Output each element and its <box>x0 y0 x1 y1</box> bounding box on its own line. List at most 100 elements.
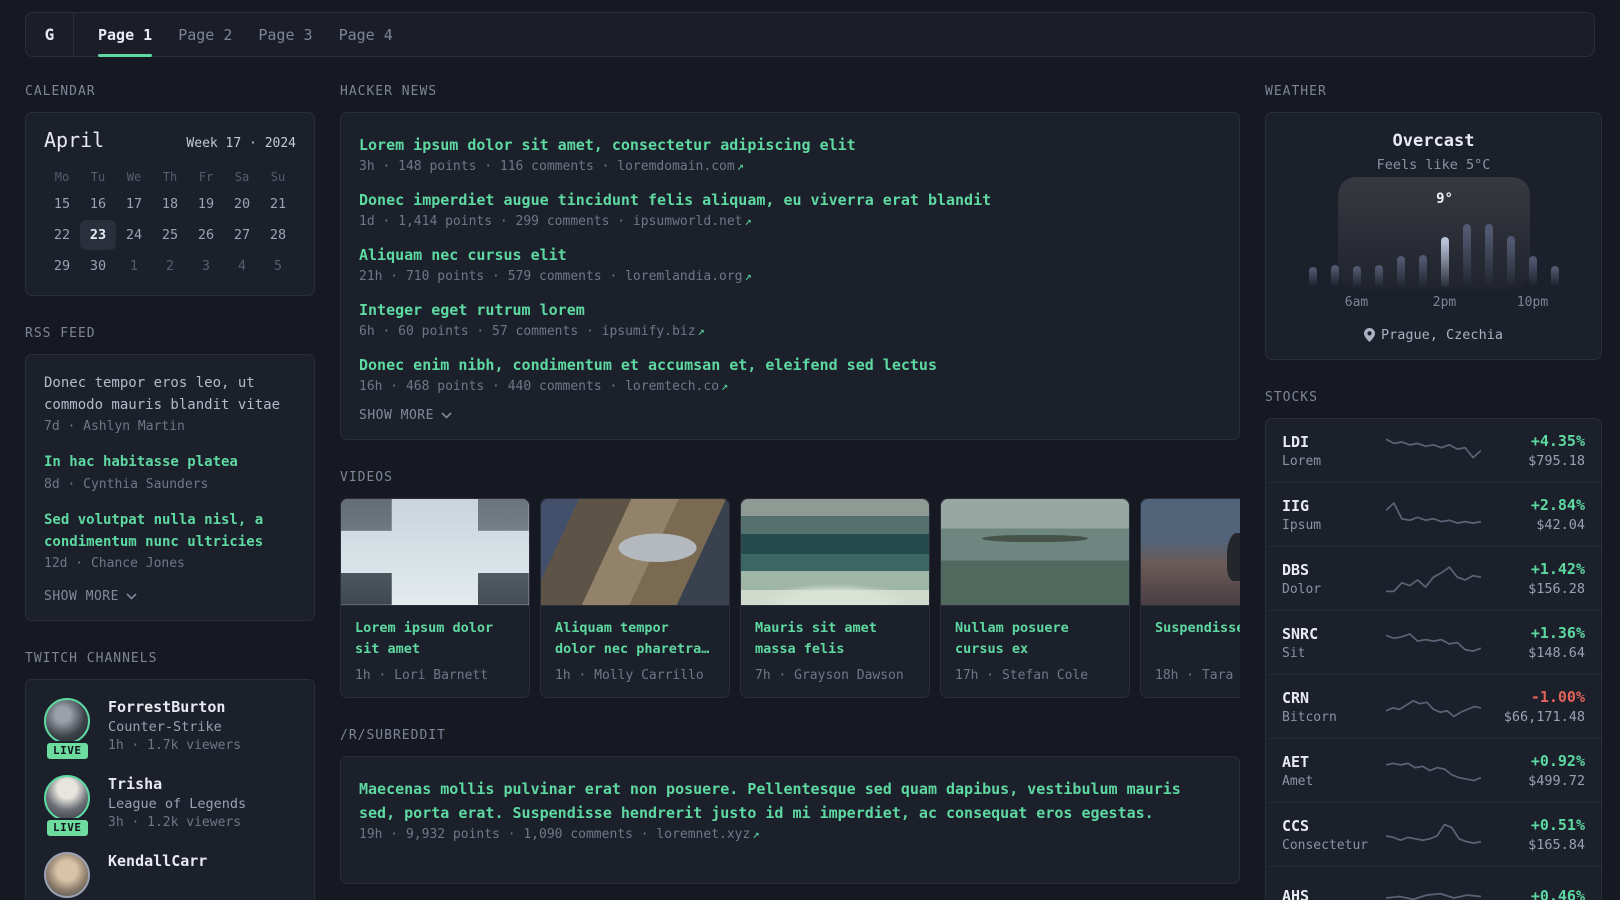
stock-name: Ipsum <box>1282 517 1322 533</box>
rss-item-meta: 7d · Ashlyn Martin <box>44 419 185 435</box>
external-link-icon[interactable]: ↗ <box>745 269 752 283</box>
live-badge: LIVE <box>45 818 90 839</box>
video-card[interactable]: Nullam posuere cursus ex 17h · Stefan Co… <box>940 498 1130 698</box>
stock-ticker: AHS <box>1282 886 1310 900</box>
time-label: 2pm <box>1432 295 1457 310</box>
video-card[interactable]: Lorem ipsum dolor sit amet consectetu… 1… <box>340 498 530 698</box>
calendar-day: 26 <box>197 227 215 243</box>
main-column: HACKER NEWS Lorem ipsum dolor sit amet, … <box>340 57 1240 900</box>
subreddit-post: Maecenas mollis pulvinar erat non posuer… <box>359 777 1221 842</box>
hn-story-title[interactable]: Donec enim nibh, condimentum et accumsan… <box>359 353 1221 377</box>
temp-bar <box>1550 266 1559 287</box>
tab-page-1[interactable]: Page 1 <box>98 13 153 57</box>
stock-price: $165.84 <box>1528 837 1585 853</box>
subreddit-section-title: /R/SUBREDDIT <box>340 728 446 743</box>
video-meta: 18h · Tara <box>1155 668 1234 683</box>
stock-ticker: CRN <box>1282 688 1310 707</box>
left-column: CALENDAR April Week 17 · 2024 Mo Tu We T… <box>25 57 315 900</box>
video-card[interactable]: Aliquam tempor dolor nec pharetra… 1h · … <box>540 498 730 698</box>
tab-label: Page 3 <box>258 25 313 44</box>
video-meta: 1h · Lori Barnett <box>355 668 489 683</box>
channel-name: Trisha <box>108 775 163 794</box>
hn-story: Integer eget rutrum lorem 6h · 60 points… <box>359 298 1221 339</box>
stock-row[interactable]: SNRC Sit +1.36% $148.64 <box>1266 610 1601 674</box>
video-card[interactable]: Suspendisse diam 18h · Tara <box>1140 498 1240 698</box>
hn-story-title[interactable]: Integer eget rutrum lorem <box>359 298 1221 322</box>
sparkline <box>1386 892 1481 900</box>
stock-row[interactable]: AHS +0.46% <box>1266 866 1601 900</box>
stock-price: $795.18 <box>1528 453 1585 469</box>
calendar-week-info: Week 17 · 2024 <box>186 136 296 151</box>
hn-story-title[interactable]: Lorem ipsum dolor sit amet, consectetur … <box>359 133 1221 157</box>
weekday-label: Su <box>270 170 286 184</box>
tab-page-4[interactable]: Page 4 <box>339 13 393 56</box>
twitch-section-title: TWITCH CHANNELS <box>25 651 158 667</box>
video-title: Mauris sit amet massa felis <box>755 620 877 657</box>
weather-card: Overcast Feels like 5°C 9° 6am 2pm 10pm … <box>1265 112 1602 360</box>
stock-row[interactable]: CRN Bitcorn -1.00% $66,171.48 <box>1266 674 1601 738</box>
video-card[interactable]: Mauris sit amet massa felis 7h · Grayson… <box>740 498 930 698</box>
tab-page-3[interactable]: Page 3 <box>258 13 312 56</box>
weekday-label: Th <box>162 170 178 184</box>
calendar-day: 30 <box>89 258 107 274</box>
stock-row[interactable]: DBS Dolor +1.42% $156.28 <box>1266 546 1601 610</box>
video-title: Lorem ipsum dolor sit amet consectetu… <box>355 620 494 657</box>
calendar-card: April Week 17 · 2024 Mo Tu We Th Fr Sa S… <box>25 112 315 296</box>
external-link-icon[interactable]: ↗ <box>737 159 744 173</box>
top-nav: G Page 1 Page 2 Page 3 Page 4 <box>25 12 1595 57</box>
tab-label: Page 4 <box>338 25 393 44</box>
channel-meta: 1h · 1.7k viewers <box>108 738 242 754</box>
rss-item-meta: 8d · Cynthia Saunders <box>44 477 209 493</box>
live-badge: LIVE <box>45 741 90 762</box>
twitch-channel-row[interactable]: LIVE ForrestBurton Counter-Strike 1h · 1… <box>44 698 296 762</box>
channel-meta: 3h · 1.2k viewers <box>108 815 242 831</box>
stock-ticker: SNRC <box>1282 624 1319 643</box>
external-link-icon[interactable]: ↗ <box>698 324 705 338</box>
hn-story: Lorem ipsum dolor sit amet, consectetur … <box>359 133 1221 174</box>
calendar-day-selected: 23 <box>80 220 116 250</box>
external-link-icon[interactable]: ↗ <box>721 379 728 393</box>
video-title: Suspendisse diam <box>1155 620 1240 636</box>
videos-row: Lorem ipsum dolor sit amet consectetu… 1… <box>340 498 1240 698</box>
weather-condition: Overcast <box>1392 131 1475 151</box>
video-meta: 1h · Molly Carrillo <box>555 668 704 683</box>
stock-row[interactable]: IIG Ipsum +2.84% $42.04 <box>1266 482 1601 546</box>
app-logo[interactable]: G <box>26 13 74 56</box>
stocks-section-title: STOCKS <box>1265 390 1318 405</box>
video-thumbnail <box>541 499 729 606</box>
temp-bar <box>1484 224 1493 287</box>
calendar-day: 25 <box>161 227 179 243</box>
tab-page-2[interactable]: Page 2 <box>178 13 232 56</box>
calendar-grid: Mo Tu We Th Fr Sa Su 15 16 17 18 19 20 2… <box>44 166 296 281</box>
stock-name: Amet <box>1282 773 1314 789</box>
calendar-day: 15 <box>53 196 71 212</box>
hn-show-more-button[interactable]: SHOW MORE <box>359 408 1221 423</box>
twitch-channel-row[interactable]: LIVE Trisha League of Legends 3h · 1.2k … <box>44 775 296 839</box>
temp-bar <box>1506 236 1515 287</box>
hn-story-title[interactable]: Aliquam nec cursus elit <box>359 243 1221 267</box>
stock-row[interactable]: CCS Consectetur +0.51% $165.84 <box>1266 802 1601 866</box>
rss-item-title[interactable]: In hac habitasse platea <box>44 452 296 474</box>
stock-row[interactable]: LDI Lorem +4.35% $795.18 <box>1266 419 1601 482</box>
time-label: 6am <box>1344 295 1369 310</box>
rss-show-more-button[interactable]: SHOW MORE <box>44 589 296 604</box>
sparkline <box>1386 822 1481 844</box>
external-link-icon[interactable]: ↗ <box>752 827 759 841</box>
rss-item-title[interactable]: Sed volutpat nulla nisl, a condimentum n… <box>44 510 296 553</box>
hn-story-title[interactable]: Donec imperdiet augue tincidunt felis al… <box>359 188 1221 212</box>
twitch-channel-row[interactable]: KendallCarr <box>44 852 296 899</box>
external-link-icon[interactable]: ↗ <box>745 214 752 228</box>
stock-ticker: CCS <box>1282 816 1310 835</box>
subreddit-post-title[interactable]: Maecenas mollis pulvinar erat non posuer… <box>359 777 1221 825</box>
calendar-day: 16 <box>89 196 107 212</box>
stock-change: +1.42% <box>1530 560 1585 578</box>
rss-item-title[interactable]: Donec tempor eros leo, ut commodo mauris… <box>44 373 296 416</box>
video-thumbnail <box>341 499 529 606</box>
calendar-day: 21 <box>269 196 287 212</box>
stock-row[interactable]: AET Amet +0.92% $499.72 <box>1266 738 1601 802</box>
time-axis: 6am 2pm 10pm <box>1302 295 1566 311</box>
hn-story-meta: 6h · 60 points · 57 comments · ipsumify.… <box>359 324 705 339</box>
hn-story-meta: 16h · 468 points · 440 comments · loremt… <box>359 379 729 394</box>
stock-name: Sit <box>1282 645 1306 661</box>
calendar-day: 28 <box>269 227 287 243</box>
